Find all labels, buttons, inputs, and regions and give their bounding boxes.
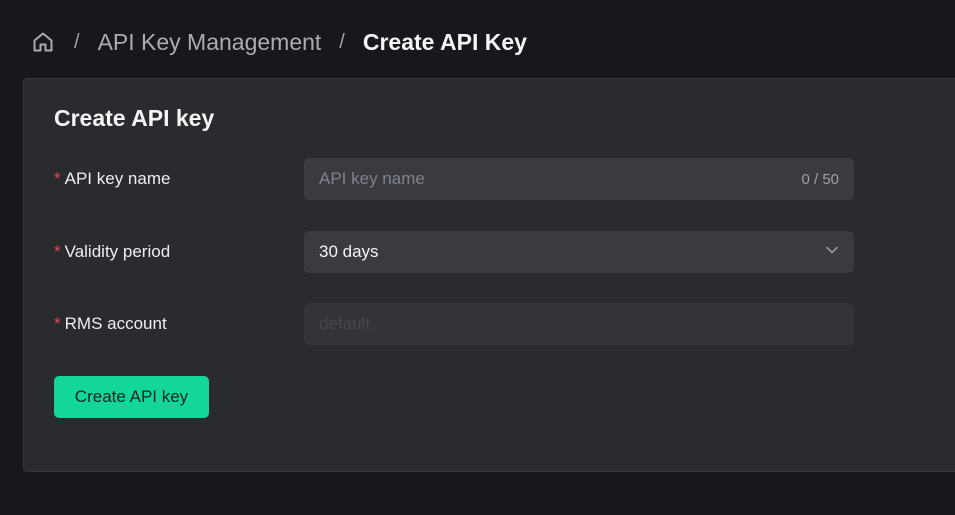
- rms-account-label: * RMS account: [54, 303, 167, 345]
- rms-account-input: [319, 314, 839, 334]
- breadcrumb-separator: /: [339, 30, 345, 53]
- breadcrumb: / API Key Management / Create API Key: [30, 24, 527, 60]
- form-title: Create API key: [54, 105, 215, 131]
- validity-period-label: * Validity period: [54, 231, 170, 273]
- home-icon[interactable]: [30, 29, 56, 55]
- chevron-down-icon: [825, 243, 839, 262]
- api-key-name-input[interactable]: [319, 169, 802, 189]
- create-api-key-card: Create API key *API key name 0 / 50 *Val…: [23, 78, 955, 472]
- rms-account-label-text: RMS account: [64, 314, 167, 333]
- rms-account-field: [304, 303, 854, 345]
- validity-period-value: 30 days: [319, 242, 379, 261]
- api-key-name-label-text: API key name: [64, 169, 171, 188]
- breadcrumb-separator: /: [74, 30, 80, 53]
- validity-period-label-text: Validity period: [64, 242, 171, 261]
- breadcrumb-current-page: Create API Key: [362, 28, 527, 55]
- api-key-name-field[interactable]: 0 / 50: [304, 158, 854, 200]
- breadcrumb-api-key-management[interactable]: API Key Management: [98, 29, 322, 56]
- character-counter: 0 / 50: [801, 170, 839, 188]
- required-marker: *: [54, 169, 61, 188]
- api-key-name-label: * API key name: [54, 158, 170, 200]
- required-marker: *: [54, 242, 61, 261]
- required-marker: *: [54, 314, 61, 333]
- validity-period-select[interactable]: 30 days: [304, 231, 854, 273]
- create-api-key-button[interactable]: Create API key: [54, 376, 209, 418]
